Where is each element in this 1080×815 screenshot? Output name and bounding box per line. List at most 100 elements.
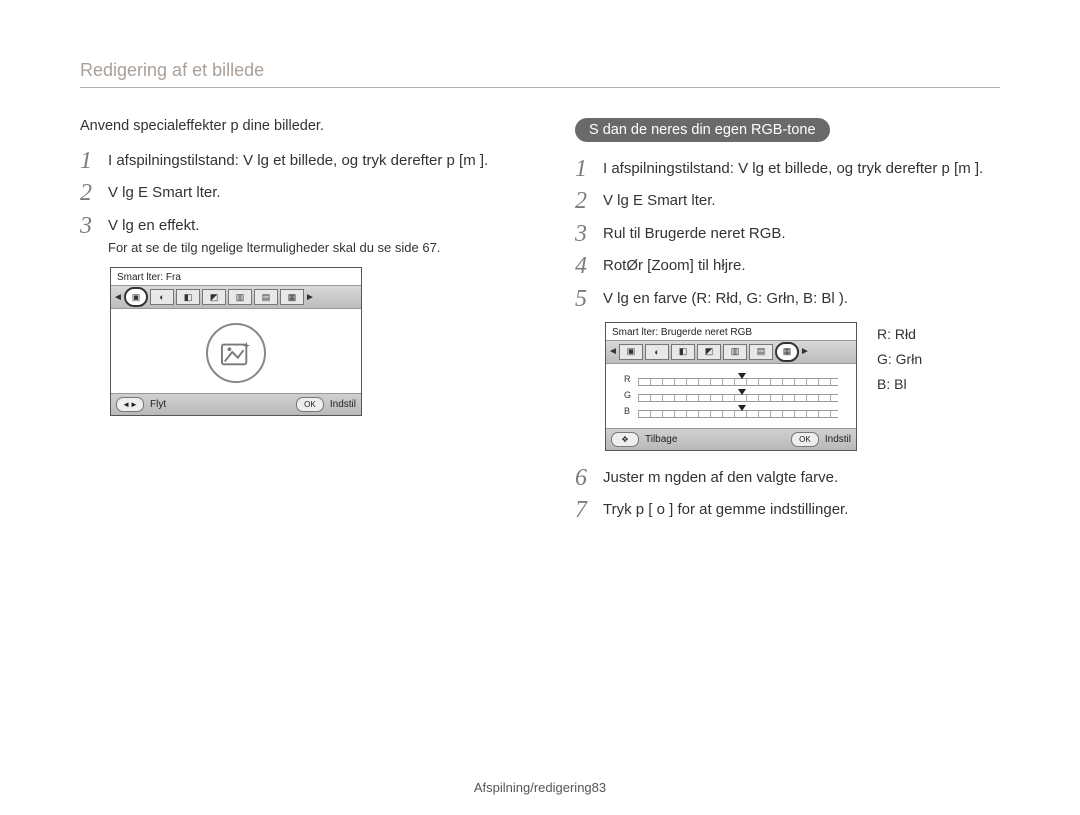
left-step-1: 1 I afspilningstilstand: V lg et billede… [80,148,505,174]
toolbar-item: ◐ [150,289,174,305]
left-step-3: 3 V lg en effekt. For at se de tilg ngel… [80,213,505,258]
rgb-row-g: G [624,390,838,400]
landscape-icon: ▣ [132,292,141,303]
step-number: 7 [575,497,603,523]
step-note: For at se de tilg ngelige ltermuligheder… [108,239,505,258]
ok-key-icon: OK [791,432,819,447]
slider-track [638,374,838,384]
lcd-footer: ◄► Flyt OK Indstil [111,393,361,415]
step-text: V lg E Smart lter. [603,188,1000,212]
right-step-1: 1 I afspilningstilstand: V lg et billede… [575,156,1000,182]
lcd-footer-left: Tilbage [645,434,677,445]
step-number: 3 [80,213,108,239]
filter-icon: ◐ [654,347,659,357]
ok-key-icon: OK [296,397,324,412]
rgb-row-b: B [624,406,838,416]
section-pill: S dan de neres din egen RGB-tone [575,118,830,142]
right-step-4: 4 RotØr [Zoom] til hłjre. [575,253,1000,279]
slider-ticks [638,410,838,418]
lcd-preview-right: Smart lter: Brugerde neret RGB ◄ ▣ ◐ ◧ ◩… [605,322,857,451]
lcd-footer-right: Indstil [330,399,356,410]
slider-track [638,390,838,400]
toolbar-item: ▥ [228,289,252,305]
lcd-canvas [111,309,361,393]
lcd-footer-left: Flyt [150,399,166,410]
step-text: Rul til Brugerde neret RGB. [603,221,1000,245]
lcd-footer: ✥ Tilbage OK Indstil [606,428,856,450]
page: Redigering af et billede Anvend speciale… [0,0,1080,815]
step-number: 4 [575,253,603,279]
lcd-toolbar: ◄ ▣ ◐ ◧ ◩ ▥ ▤ ▦ ► [111,285,361,309]
right-column: S dan de neres din egen RGB-tone 1 I afs… [575,118,1000,530]
filter-icon: ▥ [731,346,740,357]
legend-g: G: Grłn [877,347,922,372]
step-number: 2 [575,188,603,214]
step-text: Juster m ngden af den valgte farve. [603,465,1000,489]
toolbar-item: ▤ [254,289,278,305]
rgb-sliders: R G [606,364,856,428]
picture-sparkle-icon [206,323,266,383]
page-title: Redigering af et billede [80,60,1000,88]
step-number: 6 [575,465,603,491]
step-number: 1 [80,148,108,174]
slider-track [638,406,838,416]
slider-thumb-icon [738,405,746,411]
filter-icon: ▣ [627,346,636,357]
lcd-footer-right: Indstil [825,434,851,445]
filter-icon: ◩ [705,346,714,357]
filter-icon: ▦ [288,292,297,303]
step-text: V lg en farve (R: Rłd, G: Grłn, B: Bl ). [603,286,1000,310]
toolbar-item: ▦ [280,289,304,305]
toolbar-prev-icon: ◄ [608,346,618,357]
toolbar-item: ◧ [671,344,695,360]
rgb-label: R [624,374,638,384]
toolbar-item: ◐ [645,344,669,360]
toolbar-next-icon: ► [800,346,810,357]
step-text: V lg E Smart lter. [108,180,505,204]
step-text: RotØr [Zoom] til hłjre. [603,253,1000,277]
toolbar-prev-icon: ◄ [113,292,123,303]
step-number: 2 [80,180,108,206]
right-step-5: 5 V lg en farve (R: Rłd, G: Grłn, B: Bl … [575,286,1000,312]
legend-b: B: Bl [877,372,922,397]
filter-icon: ◩ [210,292,219,303]
left-step-2: 2 V lg E Smart lter. [80,180,505,206]
toolbar-item: ▤ [749,344,773,360]
toolbar-next-icon: ► [305,292,315,303]
step-text: Tryk p [ o ] for at gemme indstillinger. [603,497,1000,521]
step-text: I afspilningstilstand: V lg et billede, … [603,156,1000,180]
lcd-header: Smart lter: Brugerde neret RGB [606,323,856,340]
nav-key-icon: ✥ [611,432,639,447]
toolbar-item-selected: ▣ [124,287,148,307]
filter-icon: ◐ [159,292,164,302]
step-text-main: V lg en effekt. [108,217,199,234]
rgb-label: G [624,390,638,400]
right-step-2: 2 V lg E Smart lter. [575,188,1000,214]
lcd-header: Smart lter: Fra [111,268,361,285]
filter-icon: ◧ [679,346,688,357]
rgb-legend: R: Rłd G: Grłn B: Bl [877,322,922,398]
rgb-row-r: R [624,374,838,384]
filter-icon: ▤ [757,346,766,357]
left-intro: Anvend specialeffekter p dine billeder. [80,118,505,134]
filter-icon: ▥ [236,292,245,303]
slider-thumb-icon [738,373,746,379]
toolbar-item-selected: ▦ [775,342,799,362]
rgb-wrap: Smart lter: Brugerde neret RGB ◄ ▣ ◐ ◧ ◩… [605,322,1000,451]
right-step-3: 3 Rul til Brugerde neret RGB. [575,221,1000,247]
step-number: 1 [575,156,603,182]
slider-thumb-icon [738,389,746,395]
toolbar-item: ◩ [697,344,721,360]
lcd-toolbar: ◄ ▣ ◐ ◧ ◩ ▥ ▤ ▦ ► [606,340,856,364]
filter-icon: ▤ [262,292,271,303]
rgb-label: B [624,406,638,416]
legend-r: R: Rłd [877,322,922,347]
slider-ticks [638,394,838,402]
step-number: 3 [575,221,603,247]
step-number: 5 [575,286,603,312]
rgb-icon: ▦ [783,346,792,357]
slider-ticks [638,378,838,386]
left-column: Anvend specialeffekter p dine billeder. … [80,118,505,530]
page-footer: Afspilning/redigering83 [0,780,1080,795]
nav-key-icon: ◄► [116,397,144,412]
